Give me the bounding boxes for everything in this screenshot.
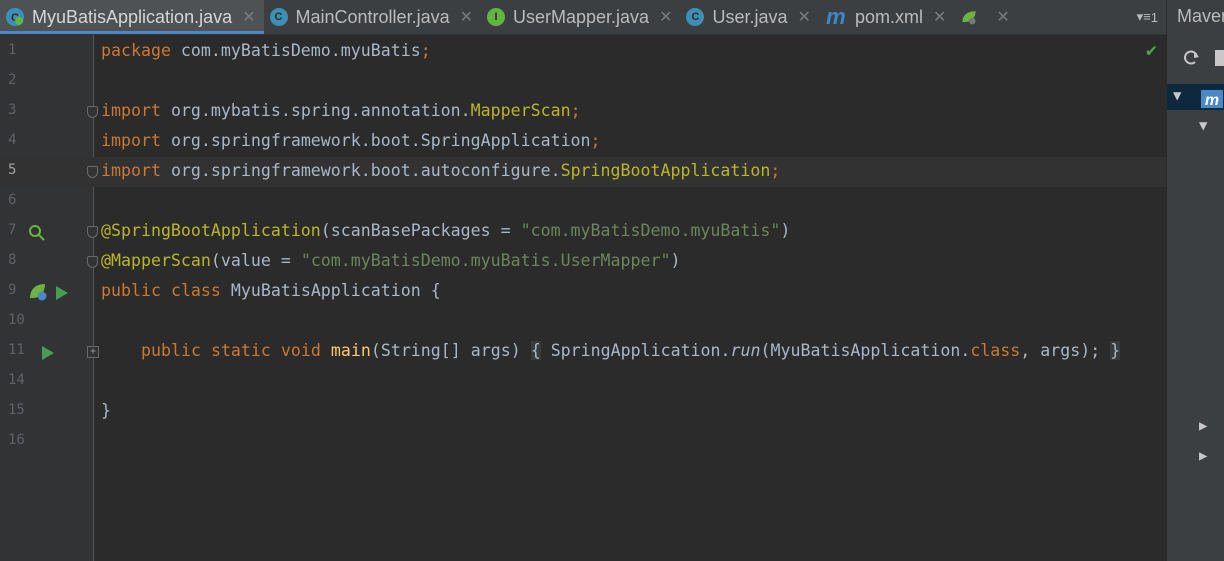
close-icon[interactable]: ✕ (933, 7, 946, 27)
code-text: } (101, 401, 111, 420)
tab-spring-config[interactable]: ✕ (954, 0, 1017, 34)
tab-myubatis-application[interactable]: C MyuBatisApplication.java ✕ (0, 0, 264, 34)
code-text: @MapperScan(value = "com.myBatisDemo.myu… (101, 251, 681, 270)
code-line: 4 import org.springframework.boot.Spring… (0, 127, 1166, 157)
code-line: 15 } (0, 397, 1166, 427)
line-number: 3 (8, 102, 17, 118)
line-number: 16 (8, 432, 25, 448)
line-number: 2 (8, 72, 17, 88)
code-text: import org.springframework.boot.autoconf… (101, 161, 781, 180)
line-number: 11 (8, 342, 25, 358)
code-line: 1 package com.myBatisDemo.myuBatis; (0, 37, 1166, 67)
fold-marker[interactable] (87, 256, 98, 268)
code-line: 3 import org.mybatis.spring.annotation.M… (0, 97, 1166, 127)
close-icon[interactable]: ✕ (460, 7, 473, 27)
line-number: 14 (8, 372, 25, 388)
close-icon[interactable]: ✕ (659, 7, 672, 27)
tab-label: pom.xml (854, 6, 923, 27)
line-number: 5 (8, 162, 17, 178)
tab-label: MainController.java (295, 6, 450, 27)
refresh-icon[interactable] (1181, 48, 1201, 72)
code-line: 6 (0, 187, 1166, 217)
class-icon: C (686, 8, 705, 26)
tab-list-icon: ▾≡ (1136, 9, 1151, 24)
close-icon[interactable]: ✕ (242, 7, 255, 27)
tab-user-mapper[interactable]: I UserMapper.java ✕ (481, 0, 680, 34)
close-icon[interactable]: ✕ (996, 7, 1009, 27)
class-icon: C (269, 8, 288, 26)
line-number: 1 (8, 42, 17, 58)
code-line: 14 (0, 367, 1166, 397)
expand-right-icon[interactable]: ▶ (1199, 418, 1207, 434)
line-number: 10 (8, 312, 25, 328)
code-line: 8 @MapperScan(value = "com.myBatisDemo.m… (0, 247, 1166, 277)
tab-user[interactable]: C User.java ✕ (680, 0, 818, 34)
maven-panel-title[interactable]: Maven (1177, 6, 1224, 27)
code-text: public static void main(String[] args) {… (141, 341, 1121, 360)
tab-main-controller[interactable]: C MainController.java ✕ (264, 0, 481, 34)
code-line: 16 (0, 427, 1166, 457)
code-text: @SpringBootApplication(scanBasePackages … (101, 221, 791, 240)
spring-bean-icon[interactable] (28, 224, 46, 246)
toolbar-icon[interactable] (1215, 50, 1224, 66)
line-number: 15 (8, 402, 25, 418)
maven-panel: Maven ▼ m ▼ ▶ ▶ (1166, 0, 1224, 561)
editor-tab-bar: C MyuBatisApplication.java ✕ C MainContr… (0, 0, 1166, 35)
code-line-current: 5 import org.springframework.boot.autoco… (0, 157, 1166, 187)
expand-down-icon[interactable]: ▼ (1199, 118, 1207, 134)
fold-expand-icon[interactable]: + (87, 346, 99, 358)
tab-label: UserMapper.java (513, 6, 650, 27)
code-line: 2 (0, 67, 1166, 97)
code-text: public class MyuBatisApplication { (101, 281, 441, 300)
code-line: 7 @SpringBootApplication(scanBasePackage… (0, 217, 1166, 247)
svg-text:m: m (1205, 92, 1219, 109)
spring-boot-run-icon[interactable] (28, 282, 48, 306)
code-text: import org.springframework.boot.SpringAp… (101, 131, 601, 150)
line-number: 8 (8, 252, 17, 268)
line-number: 6 (8, 192, 17, 208)
code-line: 9 public class MyuBatisApplication { (0, 277, 1166, 307)
expand-right-icon[interactable]: ▶ (1199, 448, 1207, 464)
tab-overflow-count: 1 (1150, 9, 1158, 25)
maven-icon: m (826, 4, 846, 29)
code-editor[interactable]: 1 package com.myBatisDemo.myuBatis; 2 3 … (0, 35, 1166, 561)
code-line: 11 + public static void main(String[] ar… (0, 337, 1166, 367)
fold-marker[interactable] (87, 166, 98, 178)
tab-label: User.java (712, 6, 788, 27)
run-icon[interactable] (42, 345, 54, 364)
maven-project-icon: m (1199, 86, 1224, 114)
close-icon[interactable]: ✕ (798, 7, 811, 27)
fold-marker[interactable] (87, 106, 98, 118)
code-line: 10 (0, 307, 1166, 337)
spring-leaf-icon (960, 8, 978, 26)
tab-overflow-button[interactable]: ▾≡ 1 (1137, 0, 1166, 34)
spring-app-icon: C (6, 8, 24, 26)
code-text: package com.myBatisDemo.myuBatis; (101, 41, 431, 60)
tab-pom-xml[interactable]: m pom.xml ✕ (819, 0, 954, 34)
inspection-ok-icon[interactable]: ✔ (1146, 40, 1157, 61)
interface-icon: I (487, 8, 505, 26)
tab-label: MyuBatisApplication.java (32, 6, 233, 27)
expand-down-icon[interactable]: ▼ (1173, 88, 1181, 104)
fold-marker[interactable] (87, 226, 98, 238)
code-text: import org.mybatis.spring.annotation.Map… (101, 101, 581, 120)
line-number: 4 (8, 132, 17, 148)
run-icon[interactable] (56, 285, 68, 304)
